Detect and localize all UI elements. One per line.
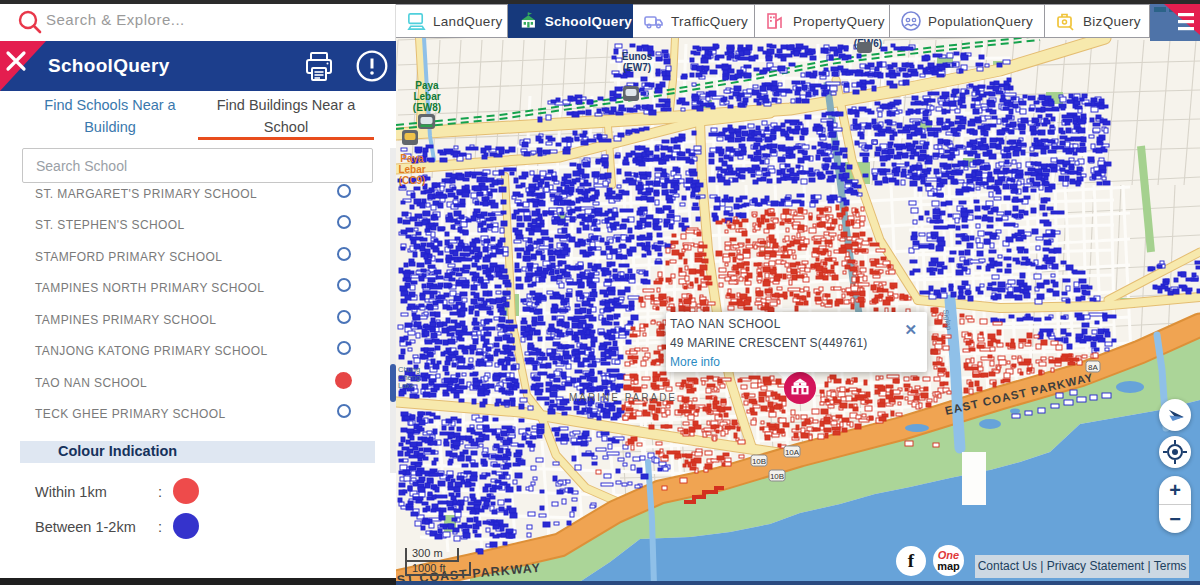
svg-text:(EW8): (EW8) (413, 102, 441, 113)
svg-text:Eunos: Eunos (622, 51, 653, 62)
svg-text:Paya: Paya (400, 153, 424, 164)
svg-text:(CC9): (CC9) (399, 175, 426, 186)
svg-text:Lebar: Lebar (413, 91, 440, 102)
svg-text:10B: 10B (770, 472, 784, 481)
svg-text:(EW7): (EW7) (623, 62, 651, 73)
svg-text:Lebar: Lebar (398, 164, 425, 175)
svg-text:Paya: Paya (415, 80, 439, 91)
svg-text:10B: 10B (752, 457, 766, 466)
svg-text:8A: 8A (1088, 363, 1098, 372)
svg-text:Lake: Lake (398, 381, 414, 390)
svg-text:10A: 10A (785, 448, 800, 457)
svg-text:MARINE PARADE: MARINE PARADE (569, 392, 677, 403)
